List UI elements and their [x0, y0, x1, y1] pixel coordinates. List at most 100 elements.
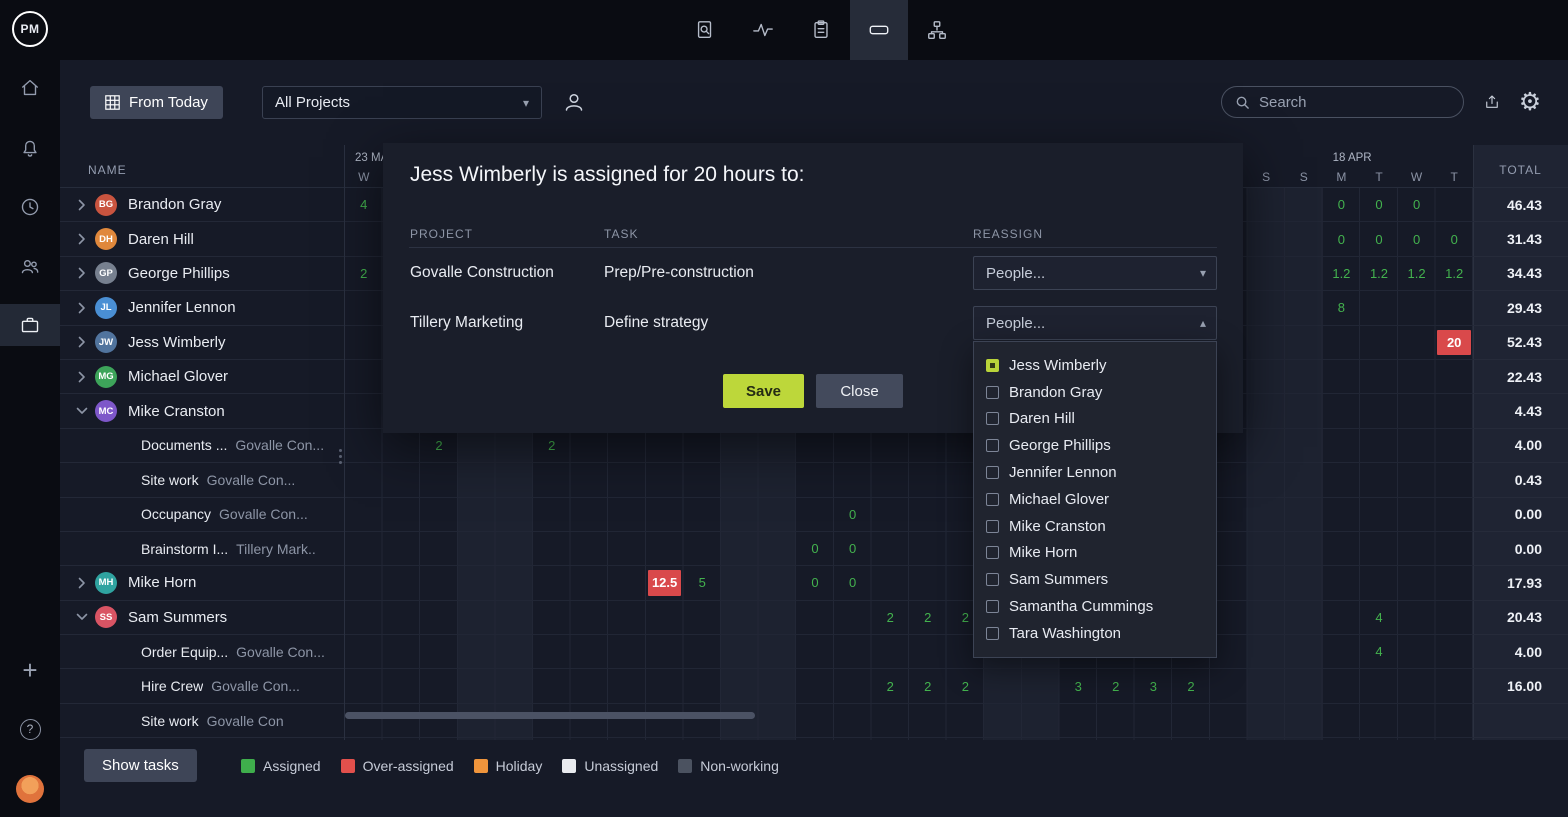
assigned-cell[interactable]: 2 — [871, 669, 909, 702]
assigned-cell[interactable]: 1.2 — [1398, 257, 1436, 290]
people-option[interactable]: Mike Horn — [974, 540, 1216, 567]
unchecked-checkbox[interactable] — [986, 520, 999, 533]
expand-chevron-icon[interactable] — [74, 267, 90, 279]
people-option[interactable]: Jennifer Lennon — [974, 459, 1216, 486]
person-row[interactable]: JWJess Wimberly — [60, 326, 344, 360]
unchecked-checkbox[interactable] — [986, 627, 999, 640]
task-row[interactable]: Order Equip...Govalle Con... — [60, 635, 344, 669]
home-icon[interactable] — [0, 67, 60, 109]
person-row[interactable]: MHMike Horn — [60, 566, 344, 600]
assigned-cell[interactable]: 4 — [345, 188, 383, 221]
people-option[interactable]: Mike Cranston — [974, 513, 1216, 540]
assigned-cell[interactable]: 0 — [1360, 222, 1398, 255]
assigned-cell[interactable]: 0 — [1435, 222, 1473, 255]
panel-resize-handle[interactable] — [336, 446, 344, 466]
people-filter-icon[interactable] — [556, 84, 592, 120]
unchecked-checkbox[interactable] — [986, 600, 999, 613]
notifications-bell-icon[interactable] — [0, 127, 60, 169]
task-list-clipboard-icon[interactable] — [792, 0, 850, 60]
assigned-cell[interactable]: 8 — [1323, 291, 1361, 324]
expand-chevron-icon[interactable] — [74, 199, 90, 211]
assigned-cell[interactable]: 1.2 — [1435, 257, 1473, 290]
time-clock-icon[interactable] — [0, 186, 60, 228]
person-row[interactable]: DHDaren Hill — [60, 222, 344, 256]
unchecked-checkbox[interactable] — [986, 493, 999, 506]
people-option[interactable]: Samantha Cummings — [974, 593, 1216, 620]
task-row[interactable]: Site workGovalle Con... — [60, 463, 344, 497]
project-filter-dropdown[interactable]: All Projects ▾ — [262, 86, 542, 119]
assigned-cell[interactable]: 2 — [1172, 669, 1210, 702]
people-option[interactable]: Jess Wimberly — [974, 352, 1216, 379]
person-row[interactable]: BGBrandon Gray — [60, 188, 344, 222]
save-button[interactable]: Save — [723, 374, 804, 408]
assigned-cell[interactable]: 0 — [1360, 188, 1398, 221]
help-icon[interactable]: ? — [0, 708, 60, 750]
assigned-cell[interactable]: 0 — [834, 566, 872, 599]
people-option[interactable]: Tara Washington — [974, 620, 1216, 647]
reassign-people-dropdown[interactable]: People...▴ — [973, 306, 1217, 340]
unchecked-checkbox[interactable] — [986, 386, 999, 399]
assigned-cell[interactable]: 2 — [533, 429, 571, 462]
unchecked-checkbox[interactable] — [986, 466, 999, 479]
assigned-cell[interactable]: 2 — [420, 429, 458, 462]
assigned-cell[interactable]: 0 — [1323, 222, 1361, 255]
task-row[interactable]: OccupancyGovalle Con... — [60, 498, 344, 532]
person-row[interactable]: GPGeorge Phillips — [60, 257, 344, 291]
assigned-cell[interactable]: 0 — [1323, 188, 1361, 221]
assigned-cell[interactable]: 4 — [1360, 635, 1398, 668]
assigned-cell[interactable]: 3 — [1059, 669, 1097, 702]
expand-chevron-icon[interactable] — [74, 611, 90, 623]
task-row[interactable]: Hire CrewGovalle Con... — [60, 669, 344, 703]
unchecked-checkbox[interactable] — [986, 573, 999, 586]
assigned-cell[interactable]: 0 — [1398, 222, 1436, 255]
assigned-cell[interactable]: 4 — [1360, 601, 1398, 634]
workload-icon[interactable] — [850, 0, 908, 60]
user-avatar[interactable] — [0, 768, 60, 810]
sitemap-icon[interactable] — [908, 0, 966, 60]
show-tasks-button[interactable]: Show tasks — [84, 749, 197, 782]
assigned-cell[interactable]: 0 — [796, 532, 834, 565]
assigned-cell[interactable]: 0 — [796, 566, 834, 599]
reassign-people-dropdown[interactable]: People...▾ — [973, 256, 1217, 290]
expand-chevron-icon[interactable] — [74, 405, 90, 417]
unchecked-checkbox[interactable] — [986, 412, 999, 425]
person-row[interactable]: JLJennifer Lennon — [60, 291, 344, 325]
assigned-cell[interactable]: 2 — [345, 257, 383, 290]
search-document-icon[interactable] — [676, 0, 734, 60]
unchecked-checkbox[interactable] — [986, 439, 999, 452]
add-plus-icon[interactable]: + — [0, 649, 60, 691]
assigned-cell[interactable]: 1.2 — [1323, 257, 1361, 290]
people-option[interactable]: Brandon Gray — [974, 379, 1216, 406]
people-option[interactable]: Daren Hill — [974, 406, 1216, 433]
close-button[interactable]: Close — [816, 374, 903, 408]
assigned-cell[interactable]: 2 — [947, 669, 985, 702]
assigned-cell[interactable]: 2 — [1097, 669, 1135, 702]
export-share-icon[interactable] — [1477, 87, 1507, 117]
assigned-cell[interactable]: 3 — [1135, 669, 1173, 702]
horizontal-scrollbar[interactable] — [345, 712, 755, 719]
assigned-cell[interactable]: 2 — [909, 601, 947, 634]
people-option[interactable]: Michael Glover — [974, 486, 1216, 513]
portfolio-briefcase-icon[interactable] — [0, 304, 60, 346]
assigned-cell[interactable]: 2 — [871, 601, 909, 634]
from-today-button[interactable]: From Today — [90, 86, 223, 119]
task-row[interactable]: Site workGovalle Con — [60, 704, 344, 738]
people-option[interactable]: George Phillips — [974, 432, 1216, 459]
expand-chevron-icon[interactable] — [74, 336, 90, 348]
checked-checkbox[interactable] — [986, 359, 999, 372]
assigned-cell[interactable]: 1.2 — [1360, 257, 1398, 290]
assigned-cell[interactable]: 5 — [683, 566, 721, 599]
over-assigned-cell[interactable]: 20 — [1437, 330, 1471, 355]
task-row[interactable]: Documents ...Govalle Con... — [60, 429, 344, 463]
assigned-cell[interactable]: 0 — [834, 498, 872, 531]
team-people-icon[interactable] — [0, 245, 60, 287]
unchecked-checkbox[interactable] — [986, 546, 999, 559]
app-logo[interactable]: PM — [12, 11, 48, 47]
person-row[interactable]: MGMichael Glover — [60, 360, 344, 394]
activity-pulse-icon[interactable] — [734, 0, 792, 60]
expand-chevron-icon[interactable] — [74, 371, 90, 383]
assigned-cell[interactable]: 0 — [1398, 188, 1436, 221]
search-input[interactable]: Search — [1221, 86, 1464, 118]
assigned-cell[interactable]: 2 — [909, 669, 947, 702]
person-row[interactable]: MCMike Cranston — [60, 394, 344, 428]
